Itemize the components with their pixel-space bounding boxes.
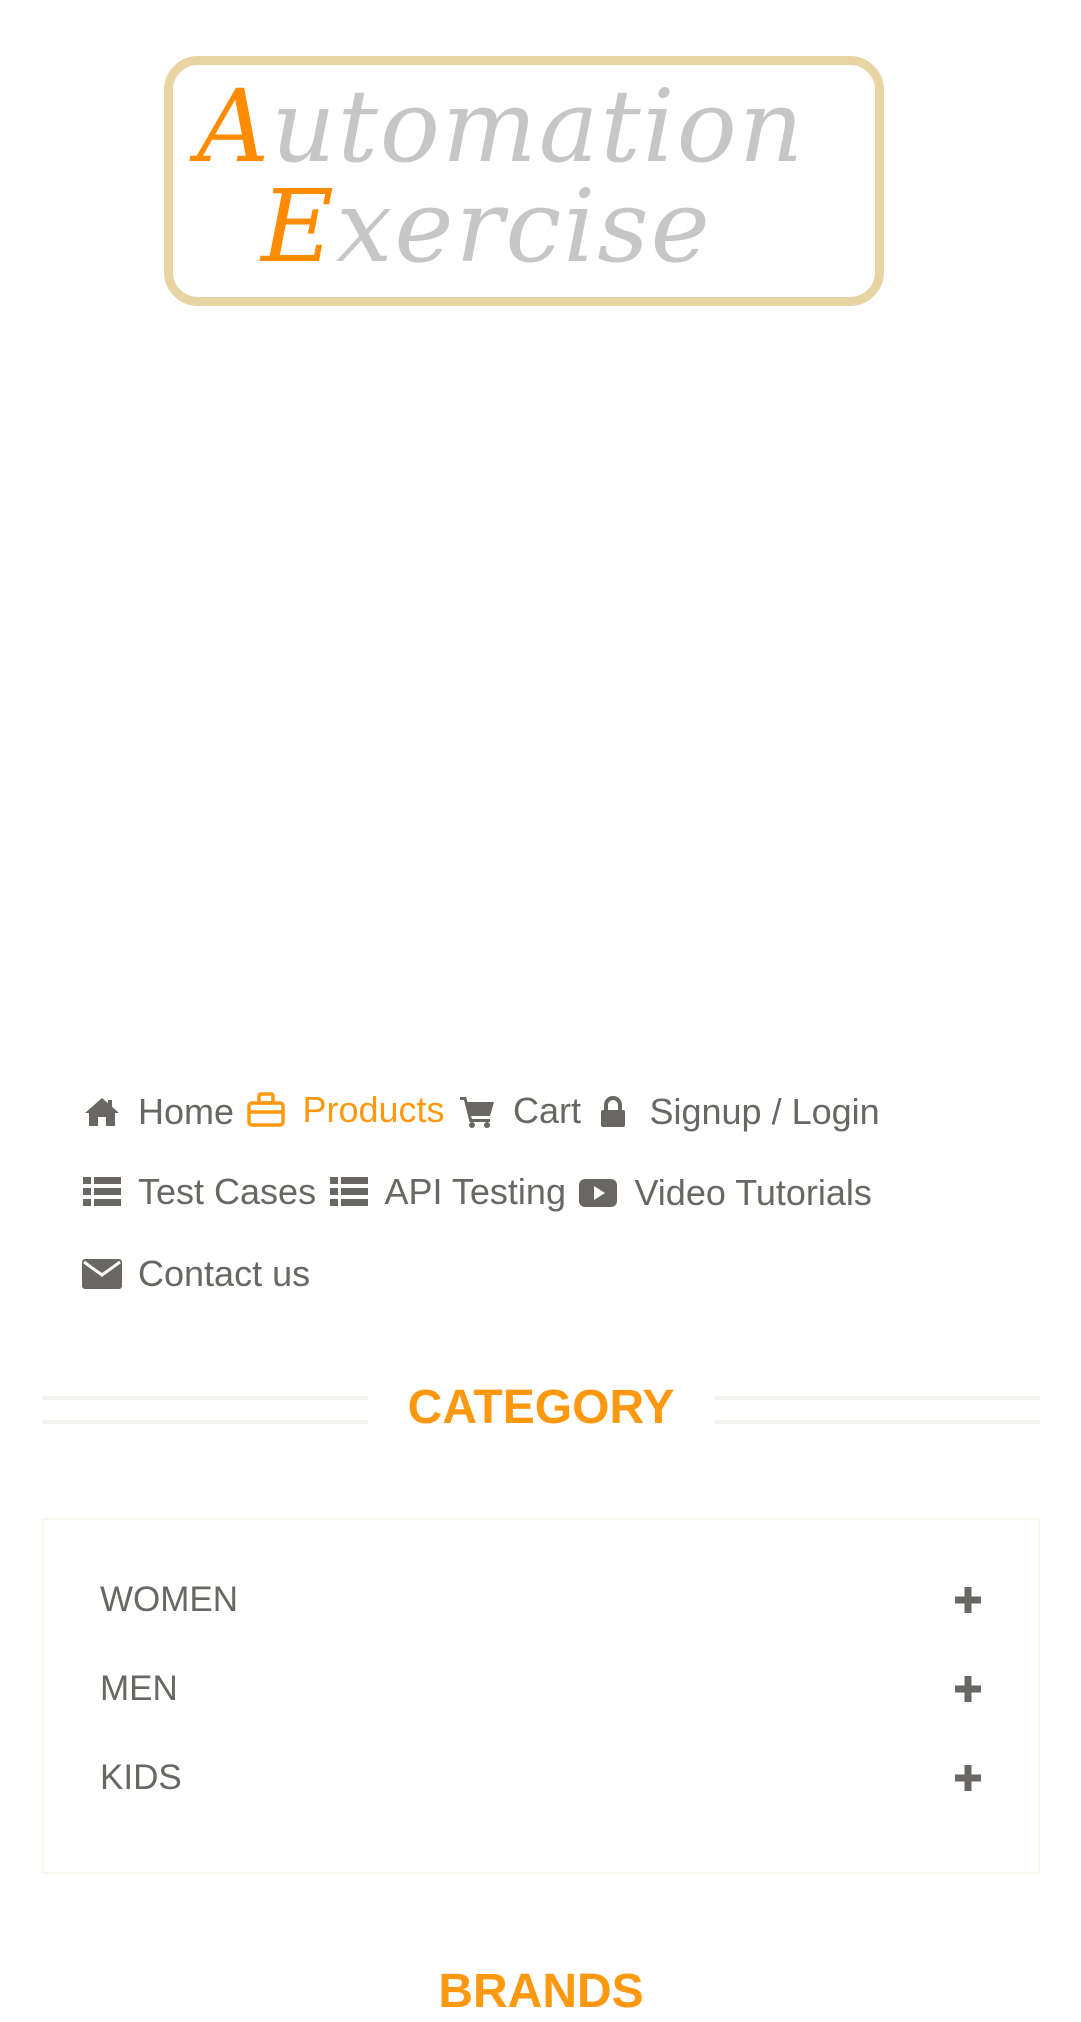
logo-word-2: xercise [336,168,712,285]
nav-video-tutorials-link[interactable]: Video Tutorials [578,1163,872,1223]
category-panel: WOMEN MEN KIDS [42,1518,1040,1874]
category-item-kids[interactable]: KIDS [100,1748,982,1808]
category-item-men[interactable]: MEN [100,1659,982,1719]
envelope-icon [82,1254,122,1294]
list-icon [82,1172,122,1212]
nav-test-cases-label: Test Cases [138,1171,317,1212]
nav-home-label: Home [138,1091,235,1132]
nav-video-tutorials-label: Video Tutorials [634,1172,872,1213]
category-item-label[interactable]: MEN [100,1669,178,1709]
category-item-women[interactable]: WOMEN [100,1570,982,1630]
lock-icon [593,1092,633,1132]
plus-icon[interactable] [954,1675,982,1703]
list-icon [329,1172,369,1212]
nav-contact-us-link[interactable]: Contact us [82,1244,310,1304]
youtube-play-icon [578,1173,618,1213]
logo-initial-e: E [261,168,336,285]
nav-test-cases-link[interactable]: Test Cases [82,1162,316,1222]
nav-row: Test Cases API Testing Video Tutorials [82,1162,880,1222]
nav-row: Home Products Cart Signup / Login [82,1080,888,1140]
home-icon [82,1092,122,1132]
products-icon [246,1090,286,1130]
category-heading: CATEGORY [42,1378,1040,1438]
nav-signup-login-label: Signup / Login [649,1091,880,1132]
nav-row: Contact us [82,1244,318,1304]
nav-cart-link[interactable]: Cart [457,1081,581,1141]
nav-products-label: Products [302,1089,445,1130]
nav-products-link[interactable]: Products [246,1080,445,1140]
logo-line-2: Exercise [261,177,712,277]
brands-heading: BRANDS [42,1962,1040,2022]
plus-icon[interactable] [954,1764,982,1792]
nav-cart-label: Cart [513,1090,582,1131]
nav-api-testing-label: API Testing [384,1171,566,1212]
brands-title: BRANDS [398,1962,684,2022]
nav-home-link[interactable]: Home [82,1082,234,1142]
category-title: CATEGORY [367,1378,715,1438]
site-logo[interactable]: Automation Exercise [164,56,884,306]
nav-api-testing-link[interactable]: API Testing [329,1162,566,1222]
nav-signup-login-link[interactable]: Signup / Login [593,1082,880,1142]
nav-contact-us-label: Contact us [138,1253,311,1294]
plus-icon[interactable] [954,1586,982,1614]
logo-line-1: Automation [197,77,805,177]
category-item-label[interactable]: WOMEN [100,1580,238,1620]
category-item-label[interactable]: KIDS [100,1758,182,1798]
cart-icon [457,1091,497,1131]
